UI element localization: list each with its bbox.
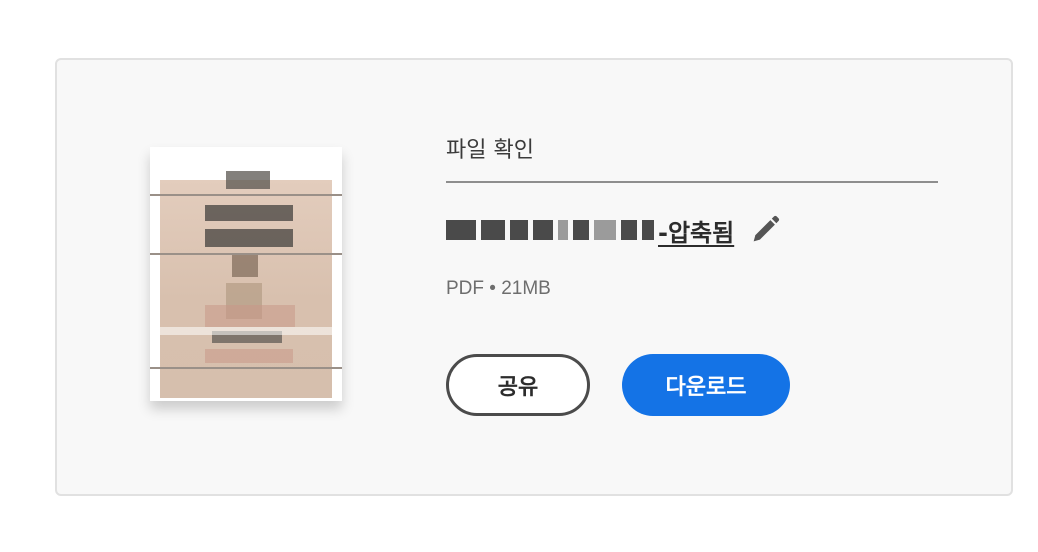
file-meta: PDF • 21MB [446, 278, 551, 300]
meta-separator: • [489, 278, 496, 299]
file-name: -압축됨 [446, 212, 782, 248]
pencil-icon[interactable] [748, 213, 782, 247]
section-title: 파일 확인 [446, 138, 534, 163]
file-name-suffix[interactable]: -압축됨 [658, 213, 734, 248]
download-button[interactable]: 다운로드 [622, 354, 790, 416]
file-size: 21MB [501, 278, 551, 299]
pdf-thumbnail [150, 147, 342, 401]
file-review-card: 파일 확인 -압축됨 PDF • 21MB 공유 다운로드 [55, 58, 1013, 496]
redacted-file-name [446, 220, 654, 240]
divider [446, 181, 938, 183]
share-button[interactable]: 공유 [446, 354, 590, 416]
file-type: PDF [446, 278, 484, 299]
